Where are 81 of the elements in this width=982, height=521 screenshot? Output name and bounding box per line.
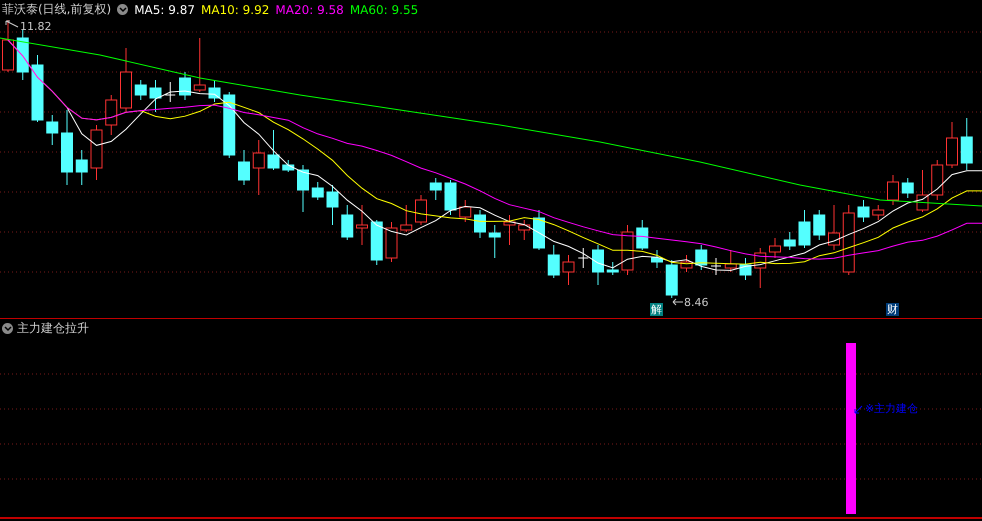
candlestick (415, 194, 427, 226)
candlestick (2, 20, 14, 72)
candlestick (238, 150, 250, 186)
candlestick (386, 222, 398, 262)
candlestick (666, 260, 678, 298)
ma-value: MA60: 9.55 (350, 2, 418, 16)
candlestick (268, 130, 280, 170)
candlestick (518, 220, 530, 240)
candlestick (341, 204, 354, 240)
candlestick (651, 250, 663, 268)
candlestick (356, 204, 368, 246)
candlestick (297, 164, 309, 212)
dropdown-icon[interactable] (2, 323, 13, 334)
candlestick (282, 160, 294, 172)
candlestick (769, 238, 781, 258)
candlestick (46, 114, 58, 146)
candlestick (370, 220, 383, 266)
indicator-title: 主力建仓拉升 (17, 320, 89, 337)
candlestick (223, 92, 236, 158)
candlestick (76, 150, 88, 186)
candlestick (946, 122, 958, 168)
event-marker[interactable]: 财 (886, 303, 899, 316)
candlestick (695, 244, 708, 270)
candlestick (179, 72, 191, 100)
arrow-icon (672, 298, 684, 306)
arrow-icon (854, 405, 863, 414)
candlestick (16, 30, 29, 80)
event-marker[interactable]: 解 (650, 303, 663, 316)
ma-value: MA20: 9.58 (275, 2, 344, 16)
arrow-icon (5, 20, 19, 30)
candlestick (813, 210, 826, 240)
candlestick (194, 38, 206, 92)
candlestick (578, 248, 589, 268)
ma-value: MA5: 9.87 (134, 2, 195, 16)
candlestick (740, 258, 752, 280)
dropdown-icon[interactable] (117, 4, 128, 15)
candlestick (488, 224, 501, 258)
candlestick (902, 178, 914, 198)
candlestick (858, 200, 870, 222)
candlestick (90, 124, 102, 180)
candlestick (459, 200, 472, 222)
candlestick (533, 210, 545, 250)
candlestick (430, 178, 442, 200)
signal-annotation: ※主力建仓 (865, 401, 918, 416)
candlestick (842, 204, 855, 276)
candlestick (548, 244, 560, 278)
candlestick (504, 214, 516, 246)
candlestick (636, 220, 648, 250)
candlestick (754, 248, 766, 288)
candlestick (828, 204, 840, 250)
candlestick (312, 182, 324, 200)
candlestick (606, 262, 619, 276)
candlestick (798, 210, 810, 248)
candlestick (710, 258, 722, 276)
candlestick (252, 140, 265, 196)
candlestick (326, 184, 338, 226)
candlestick (960, 118, 973, 170)
candlestick (931, 160, 944, 200)
stock-title: 菲沃泰(日线,前复权) (2, 1, 112, 18)
candlestick (680, 254, 692, 272)
ma-value: MA10: 9.92 (200, 2, 270, 16)
candlestick (622, 224, 634, 276)
candlestick (562, 254, 574, 286)
candlestick (208, 80, 220, 102)
candlestick (887, 174, 899, 206)
candlestick (400, 204, 412, 232)
candlestick (444, 180, 456, 216)
candlestick (105, 94, 118, 136)
price-label: 8.46 (684, 296, 708, 309)
candlestick (724, 250, 737, 272)
candlestick (120, 48, 132, 112)
candlestick (134, 80, 147, 100)
candlestick (474, 210, 486, 238)
price-label: 11.82 (20, 20, 52, 33)
candlestick (592, 244, 604, 286)
candlestick (32, 54, 44, 122)
candlestick (784, 232, 796, 250)
candlestick (164, 82, 176, 102)
candlestick (872, 204, 884, 220)
candlestick (916, 170, 928, 212)
candlestick (150, 80, 162, 112)
